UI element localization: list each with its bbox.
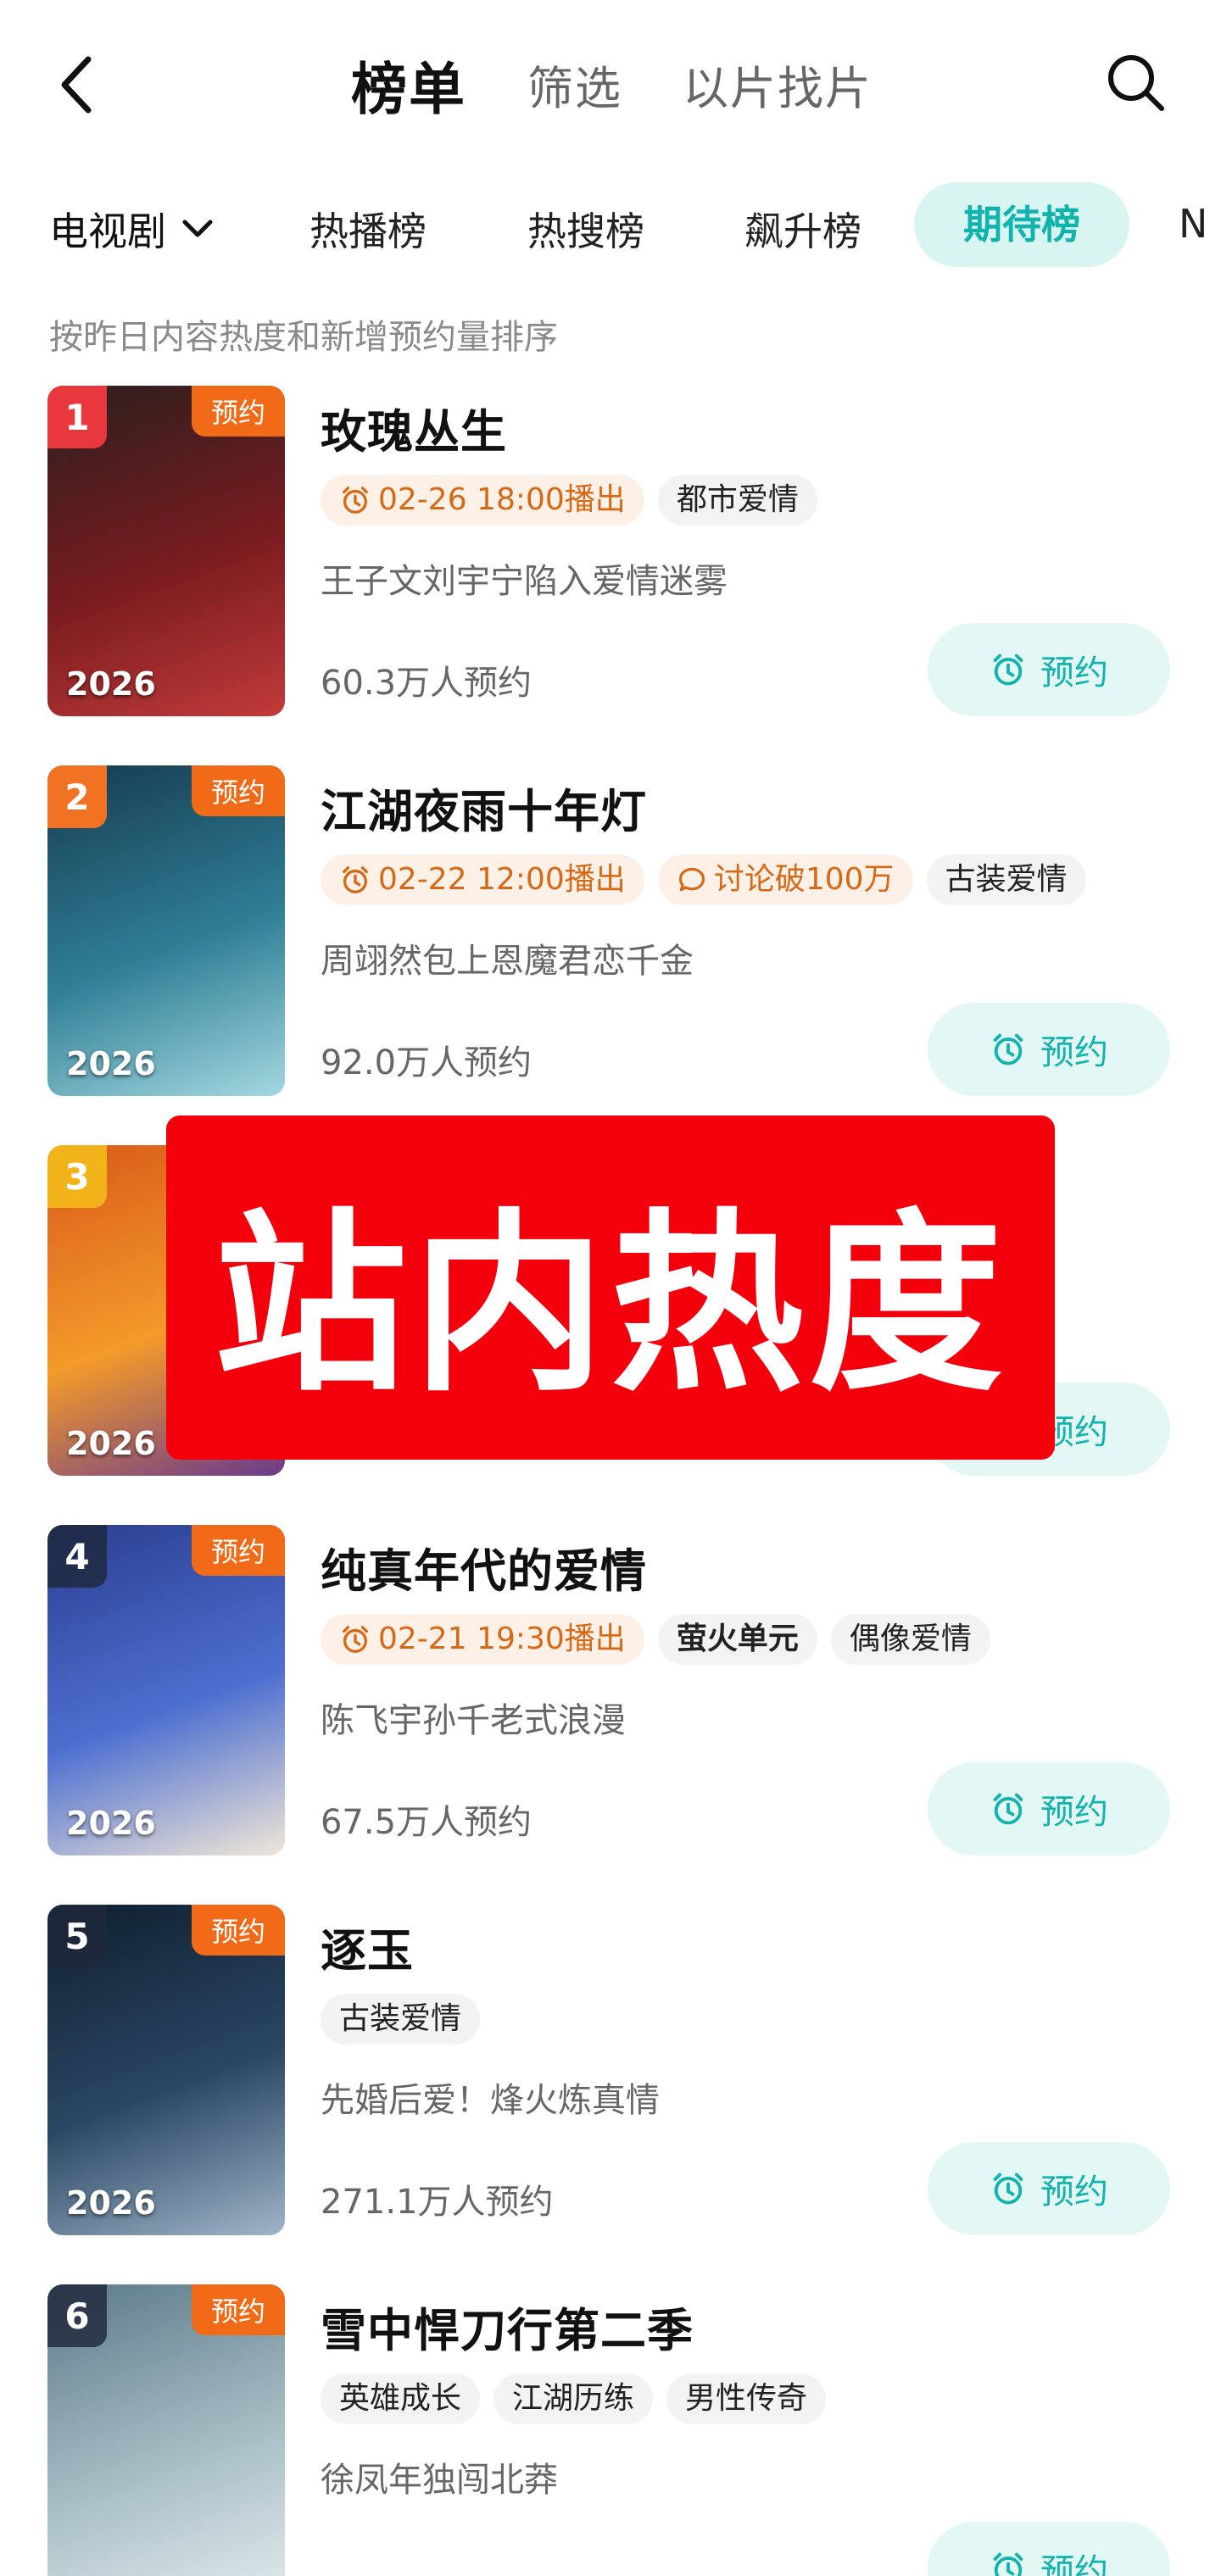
genre-tag: 古装爱情 <box>321 1994 481 2045</box>
show-title[interactable]: 逐玉 <box>321 1913 414 1980</box>
genre-tag: 英雄成长 <box>321 2373 481 2424</box>
alarm-clock-icon <box>993 1033 1023 1065</box>
genre-tag: 男性传奇 <box>666 2373 827 2424</box>
show-title[interactable]: 纯真年代的爱情 <box>321 1533 647 1600</box>
alarm-clock-icon <box>993 1793 1023 1825</box>
comment-icon <box>678 867 705 892</box>
genre-tag: 江湖历练 <box>493 2373 654 2424</box>
tag-row: 02-26 18:00播出 都市爱情 <box>321 475 817 526</box>
alarm-clock-icon <box>343 1626 368 1653</box>
reserve-button-label: 预约 <box>1040 2173 1108 2212</box>
show-description: 王子文刘宇宁陷入爱情迷雾 <box>321 562 728 601</box>
air-time-text: 02-22 12:00播出 <box>378 862 626 897</box>
show-title[interactable]: 玫瑰丛生 <box>321 394 507 461</box>
reserve-count: 60.3万人预约 <box>321 664 532 703</box>
alarm-clock-icon <box>993 2552 1023 2576</box>
reserve-button-label: 预约 <box>1040 2552 1108 2576</box>
reserve-badge: 预约 <box>192 1525 285 1576</box>
reserve-button[interactable]: 预约 <box>928 623 1170 716</box>
overlay-banner: 站内热度 <box>166 1116 1055 1460</box>
reserve-button-label: 预约 <box>1040 1033 1108 1072</box>
alarm-clock-icon <box>343 866 368 893</box>
air-time-text: 02-26 18:00播出 <box>378 482 626 517</box>
poster-image[interactable]: 5 预约 2026 <box>47 1905 285 2235</box>
air-time-tag: 02-26 18:00播出 <box>321 475 644 526</box>
year-label: 2026 <box>66 665 156 703</box>
year-label: 2026 <box>66 2184 156 2222</box>
poster-image[interactable]: 6 预约 <box>47 2284 285 2576</box>
list-item[interactable]: 6 预约 雪中悍刀行第二季英雄成长 江湖历练 男性传奇徐凤年独闯北莽 预约 <box>0 2284 1221 2576</box>
show-title[interactable]: 江湖夜雨十年灯 <box>321 774 647 841</box>
show-description: 先婚后爱！烽火炼真情 <box>321 2081 660 2120</box>
search-button[interactable] <box>1102 49 1170 117</box>
reserve-badge: 预约 <box>192 1905 285 1956</box>
reserve-button[interactable]: 预约 <box>928 2142 1170 2235</box>
poster-image[interactable]: 2 预约 2026 <box>47 765 285 1096</box>
reserve-count: 271.1万人预约 <box>321 2183 554 2222</box>
list-item[interactable]: 2 预约 2026 江湖夜雨十年灯 02-22 12:00播出 讨论破100万古… <box>0 765 1221 1104</box>
reserve-badge: 预约 <box>192 2284 285 2335</box>
list-item[interactable]: 4 预约 2026 纯真年代的爱情 02-21 19:30播出 萤火单元 偶像爱情陈… <box>0 1525 1221 1864</box>
tag-row: 古装爱情 <box>321 1994 481 2045</box>
air-time-text: 02-21 19:30播出 <box>378 1622 626 1656</box>
tab-hot-play[interactable]: 热播榜 <box>309 201 427 257</box>
rank-badge: 4 <box>47 1525 107 1588</box>
show-description: 徐凤年独闯北莽 <box>321 2461 558 2500</box>
discussion-text: 讨论破100万 <box>713 862 895 897</box>
alarm-clock-icon <box>993 2173 1023 2205</box>
list-item[interactable]: 1 预约 2026 玫瑰丛生 02-26 18:00播出 都市爱情王子文刘宇宁陷入… <box>0 386 1221 725</box>
category-tabs: 电视剧 热播榜 热搜榜 飙升榜 期待榜 N <box>0 182 1221 267</box>
reserve-button[interactable]: 预约 <box>928 1003 1170 1096</box>
rank-badge: 6 <box>47 2284 107 2347</box>
reserve-button[interactable]: 预约 <box>928 2522 1170 2576</box>
ranking-description: 按昨日内容热度和新增预约量排序 <box>49 318 558 357</box>
poster-image[interactable]: 4 预约 2026 <box>47 1525 285 1855</box>
reserve-count: 67.5万人预约 <box>321 1803 532 1842</box>
alarm-clock-icon <box>993 654 1023 686</box>
chevron-down-icon <box>182 220 213 237</box>
tab-hot-search[interactable]: 热搜榜 <box>527 201 644 257</box>
page-title[interactable]: 榜单 <box>351 44 466 125</box>
air-time-tag: 02-21 19:30播出 <box>321 1614 644 1665</box>
tab-rising[interactable]: 飙升榜 <box>744 201 861 257</box>
top-bar: 榜单 筛选 以片找片 <box>0 0 1221 161</box>
reserve-badge: 预约 <box>192 765 285 816</box>
alarm-clock-icon <box>343 487 368 514</box>
show-title[interactable]: 雪中悍刀行第二季 <box>321 2293 694 2360</box>
tag-row: 02-22 12:00播出 讨论破100万 古装爱情 <box>321 854 1086 905</box>
search-icon <box>1108 55 1164 111</box>
genre-tag: 古装爱情 <box>926 854 1086 905</box>
reserve-count: 92.0万人预约 <box>321 1043 532 1082</box>
category-dropdown-label: 电视剧 <box>49 209 166 254</box>
air-time-tag: 02-22 12:00播出 <box>321 854 644 905</box>
back-button[interactable] <box>53 47 120 123</box>
tag-row: 02-21 19:30播出 萤火单元 偶像爱情 <box>321 1614 990 1665</box>
chevron-left-icon <box>61 56 92 114</box>
year-label: 2026 <box>66 1425 156 1462</box>
show-description: 陈飞宇孙千老式浪漫 <box>321 1701 626 1740</box>
brand-tag: 萤火单元 <box>657 1614 817 1665</box>
tab-anticipated[interactable]: 期待榜 <box>914 182 1129 267</box>
year-label: 2026 <box>66 1805 156 1842</box>
tab-filter[interactable]: 筛选 <box>527 51 622 118</box>
reserve-button[interactable]: 预约 <box>928 1762 1170 1855</box>
show-description: 周翊然包上恩魔君恋千金 <box>321 942 694 981</box>
poster-image[interactable]: 1 预约 2026 <box>47 386 285 716</box>
rank-badge: 1 <box>47 386 107 448</box>
rank-badge: 3 <box>47 1145 107 1208</box>
list-item[interactable]: 5 预约 2026 逐玉古装爱情先婚后爱！烽火炼真情 271.1万人预约 预约 <box>0 1905 1221 2244</box>
tab-find-by-show[interactable]: 以片找片 <box>683 51 873 118</box>
genre-tag: 偶像爱情 <box>830 1614 990 1665</box>
tab-next[interactable]: N <box>1179 201 1207 247</box>
tag-row: 英雄成长 江湖历练 男性传奇 <box>321 2373 827 2424</box>
category-dropdown[interactable]: 电视剧 <box>49 201 214 257</box>
reserve-button-label: 预约 <box>1040 654 1108 693</box>
rank-badge: 5 <box>47 1905 107 1967</box>
discussion-tag: 讨论破100万 <box>657 854 913 905</box>
reserve-badge: 预约 <box>192 386 285 437</box>
genre-tag: 都市爱情 <box>657 475 817 526</box>
rank-badge: 2 <box>47 765 107 828</box>
year-label: 2026 <box>66 1045 156 1082</box>
reserve-button-label: 预约 <box>1040 1793 1108 1832</box>
